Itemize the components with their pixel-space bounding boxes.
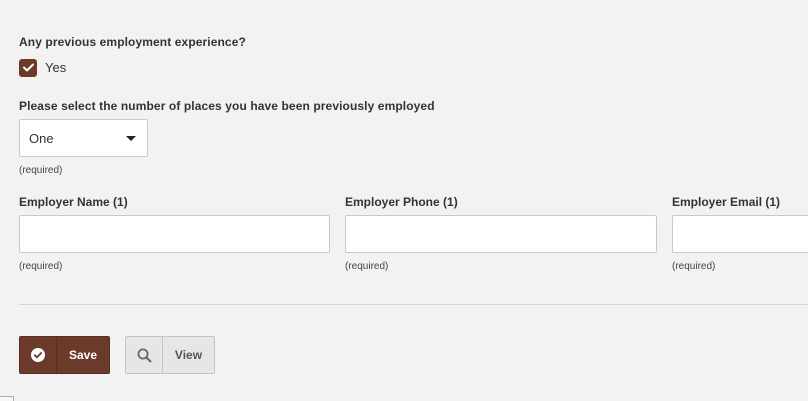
employer-email-required-note: (required) [672,261,716,272]
search-icon [137,348,151,362]
view-button[interactable]: View [125,336,215,374]
save-button[interactable]: Save [19,336,110,374]
caret-down-icon [126,136,136,141]
employer-phone-input[interactable] [345,215,657,253]
employer-name-label: Employer Name (1) [19,195,128,209]
places-question-label: Please select the number of places you h… [19,99,435,113]
employment-yes-option[interactable]: Yes [19,58,66,77]
employer-email-input[interactable] [672,215,808,253]
places-count-select[interactable]: One [19,119,148,157]
check-circle-icon [31,348,45,362]
places-count-selected-value: One [29,130,54,146]
form-divider [19,304,808,305]
view-button-label: View [174,348,203,362]
employer-name-required-note: (required) [19,261,63,272]
page-corner-edge [0,396,14,401]
employment-question-label: Any previous employment experience? [19,35,246,49]
employer-phone-required-note: (required) [345,261,389,272]
check-icon [22,63,34,72]
save-button-label: Save [68,348,98,362]
employer-email-label: Employer Email (1) [672,195,781,209]
employer-name-input[interactable] [19,215,330,253]
yes-checkbox-label[interactable]: Yes [45,60,66,75]
places-required-note: (required) [19,165,63,176]
yes-checkbox[interactable] [19,58,37,77]
employer-phone-label: Employer Phone (1) [345,195,458,209]
